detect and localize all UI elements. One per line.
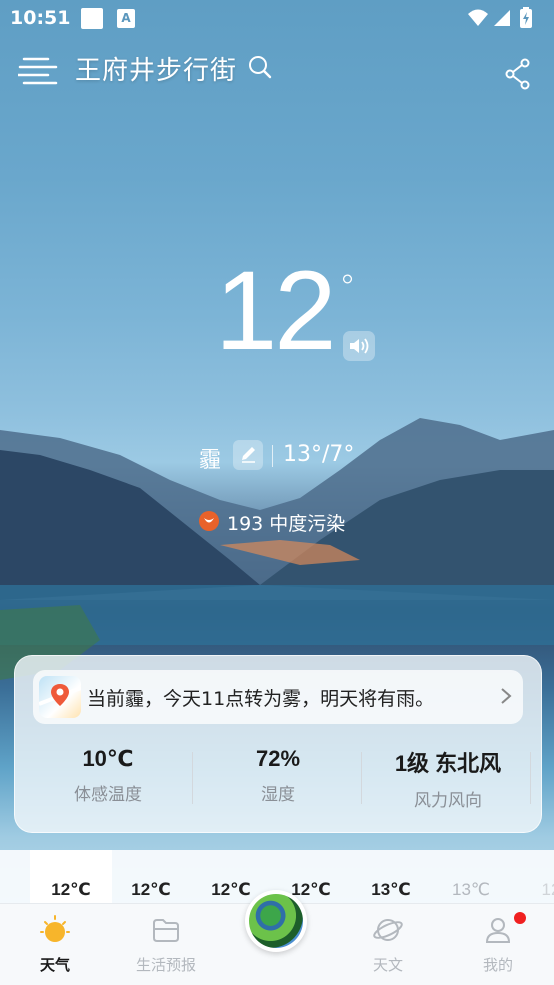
weather-summary-card: 当前霾，今天11点转为雾，明天将有雨。 10℃ 体感温度 72% 湿度 1级 东… xyxy=(14,655,542,833)
tab-label: 天文 xyxy=(372,956,403,974)
hour-temp: 12℃ xyxy=(51,880,91,899)
degree-symbol: ° xyxy=(339,268,356,308)
planet-icon xyxy=(373,919,403,941)
search-icon[interactable] xyxy=(247,54,273,80)
mountain-lake-scene xyxy=(0,418,554,680)
tab-life-forecast[interactable]: 生活预报 xyxy=(121,914,211,975)
share-icon[interactable] xyxy=(504,58,532,90)
speaker-icon xyxy=(350,338,369,354)
tab-label: 我的 xyxy=(482,956,513,974)
app-notification-icon: A xyxy=(117,9,135,28)
satellite-map-icon xyxy=(249,894,303,948)
person-icon xyxy=(485,918,511,943)
sun-icon xyxy=(40,915,70,942)
forecast-alert[interactable]: 当前霾，今天11点转为雾，明天将有雨。 xyxy=(33,670,523,724)
map-pin-icon xyxy=(39,676,81,718)
stat-divider xyxy=(530,752,531,804)
alert-text: 当前霾，今天11点转为雾，明天将有雨。 xyxy=(87,688,435,710)
tab-label: 生活预报 xyxy=(135,956,196,974)
status-icons xyxy=(468,7,532,28)
bottom-tab-bar: 天气 生活预报 天文 我的 xyxy=(0,890,554,985)
pencil-icon xyxy=(242,447,255,463)
notification-icon xyxy=(81,8,103,29)
humidity-stat: 72% 湿度 xyxy=(193,746,363,805)
header: 王府井步行街 xyxy=(0,40,554,100)
feels-like-value: 10℃ xyxy=(82,746,134,771)
wind-label: 风力风向 xyxy=(414,791,482,811)
hour-temp: 12℃ xyxy=(131,880,171,899)
current-temperature: 12 xyxy=(215,248,337,373)
wind-stat: 1级 东北风 风力风向 xyxy=(363,746,533,811)
hour-temp: 12 xyxy=(541,880,554,899)
edit-condition-button[interactable] xyxy=(233,440,263,470)
status-bar: 10:51 A xyxy=(0,0,554,38)
condition-text: 霾 xyxy=(199,448,222,473)
signal-icon xyxy=(494,10,510,26)
notification-badge xyxy=(514,912,526,924)
humidity-label: 湿度 xyxy=(261,785,295,805)
hour-temp: 13℃ xyxy=(451,880,490,899)
hour-temp: 13℃ xyxy=(371,880,411,899)
feels-like-stat: 10℃ 体感温度 xyxy=(23,746,193,805)
location-title[interactable]: 王府井步行街 xyxy=(75,50,237,87)
menu-icon[interactable] xyxy=(18,56,58,88)
condition-row: 霾 13°/7° xyxy=(199,438,379,474)
feels-like-label: 体感温度 xyxy=(74,785,142,805)
aqi-text: 193 中度污染 xyxy=(227,513,346,535)
wind-value: 1级 东北风 xyxy=(394,751,502,776)
folder-icon xyxy=(153,919,179,942)
divider xyxy=(272,445,273,467)
radar-map-button[interactable] xyxy=(245,890,307,952)
tab-astronomy[interactable]: 天文 xyxy=(343,914,433,975)
tab-label: 天气 xyxy=(39,956,70,974)
chevron-right-icon xyxy=(501,688,512,704)
tab-mine[interactable]: 我的 xyxy=(453,914,543,975)
status-time: 10:51 xyxy=(10,7,71,29)
temp-range: 13°/7° xyxy=(283,442,355,467)
leaf-icon xyxy=(199,511,219,531)
wifi-icon xyxy=(468,9,488,26)
stat-divider xyxy=(361,752,362,804)
tab-weather[interactable]: 天气 xyxy=(10,914,100,975)
humidity-value: 72% xyxy=(255,746,301,771)
voice-broadcast-button[interactable] xyxy=(343,331,375,361)
weather-background xyxy=(0,0,554,984)
